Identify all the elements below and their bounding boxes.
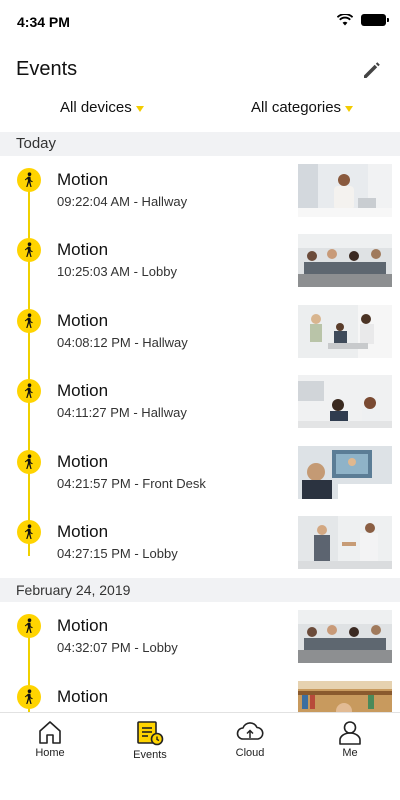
filter-bar: All devices All categories	[0, 96, 400, 132]
wifi-icon	[337, 14, 353, 26]
event-thumbnail[interactable]	[298, 445, 392, 499]
event-row[interactable]: Motion 04:27:15 PM - Lobby	[0, 507, 400, 578]
event-title: Motion	[57, 451, 109, 471]
event-row[interactable]: Motion 10:25:03 AM - Lobby	[0, 226, 400, 297]
header: Events	[0, 44, 400, 96]
event-thumbnail[interactable]	[298, 375, 392, 429]
event-row[interactable]: Motion 04:32:07 PM - Lobby	[0, 602, 400, 673]
event-row[interactable]: Motion 04:21:57 PM - Front Desk	[0, 437, 400, 508]
motion-icon	[17, 684, 41, 709]
tab-cloud[interactable]: Cloud	[220, 719, 280, 759]
event-title: Motion	[57, 616, 109, 636]
event-subtitle: 04:11:27 PM - Hallway	[57, 405, 187, 421]
event-subtitle: 04:27:15 PM - Lobby	[57, 545, 178, 561]
motion-icon	[17, 449, 41, 474]
section-header: February 24, 2019	[0, 578, 400, 603]
motion-icon	[17, 614, 41, 639]
categories-filter[interactable]: All categories	[251, 99, 354, 116]
event-subtitle: 04:08:12 PM - Hallway	[57, 334, 188, 350]
person-icon	[339, 721, 361, 745]
page-title: Events	[16, 58, 78, 80]
event-row[interactable]: Motion 09:22:04 AM - Hallway	[0, 156, 400, 227]
motion-icon	[17, 379, 41, 404]
cloud-icon	[236, 722, 264, 740]
battery-icon	[361, 14, 389, 26]
section-header: Today	[0, 132, 400, 156]
caret-down-icon	[345, 105, 354, 112]
event-title: Motion	[57, 240, 109, 260]
events-icon	[137, 721, 164, 746]
motion-icon	[17, 519, 41, 544]
event-thumbnail[interactable]	[298, 680, 392, 712]
home-icon	[39, 721, 61, 744]
categories-filter-label: All categories	[251, 99, 342, 116]
devices-filter-label: All devices	[60, 99, 132, 116]
event-thumbnail[interactable]	[298, 610, 392, 664]
motion-icon	[17, 168, 41, 192]
tab-events-label: Events	[133, 749, 167, 761]
motion-icon	[17, 308, 41, 333]
event-row[interactable]: Motion 04:11:27 PM - Hallway	[0, 367, 400, 438]
event-subtitle: 04:21:57 PM - Front Desk	[57, 475, 206, 491]
event-thumbnail[interactable]	[298, 304, 392, 358]
caret-down-icon	[135, 105, 144, 112]
tab-bar: Home Events Cloud Me	[0, 712, 400, 800]
tab-home[interactable]: Home	[20, 719, 80, 759]
tab-home-label: Home	[35, 747, 65, 759]
event-list[interactable]: Today Motion 09:22:04 AM - Hallway Motio…	[0, 132, 400, 712]
tab-events[interactable]: Events	[120, 719, 180, 761]
event-title: Motion	[57, 521, 109, 541]
motion-icon	[17, 238, 41, 263]
event-title: Motion	[57, 310, 109, 330]
tab-me-label: Me	[342, 747, 358, 759]
tab-me[interactable]: Me	[320, 719, 380, 759]
edit-button[interactable]	[358, 56, 386, 84]
devices-filter[interactable]: All devices	[60, 99, 144, 116]
event-thumbnail[interactable]	[298, 234, 392, 288]
pencil-icon	[364, 62, 380, 78]
event-title: Motion	[57, 686, 109, 706]
event-thumbnail[interactable]	[298, 164, 392, 217]
tab-cloud-label: Cloud	[235, 747, 265, 759]
event-row[interactable]: Motion	[0, 672, 400, 712]
event-subtitle: 10:25:03 AM - Lobby	[57, 264, 177, 280]
event-subtitle: 09:22:04 AM - Hallway	[57, 194, 188, 209]
status-icons	[337, 14, 389, 26]
event-thumbnail[interactable]	[298, 515, 392, 569]
event-title: Motion	[57, 381, 109, 401]
status-time: 4:34 PM	[17, 14, 70, 30]
event-subtitle: 04:32:07 PM - Lobby	[57, 640, 178, 656]
status-bar: 4:34 PM	[0, 0, 400, 44]
event-row[interactable]: Motion 04:08:12 PM - Hallway	[0, 296, 400, 368]
event-title: Motion	[57, 170, 109, 189]
